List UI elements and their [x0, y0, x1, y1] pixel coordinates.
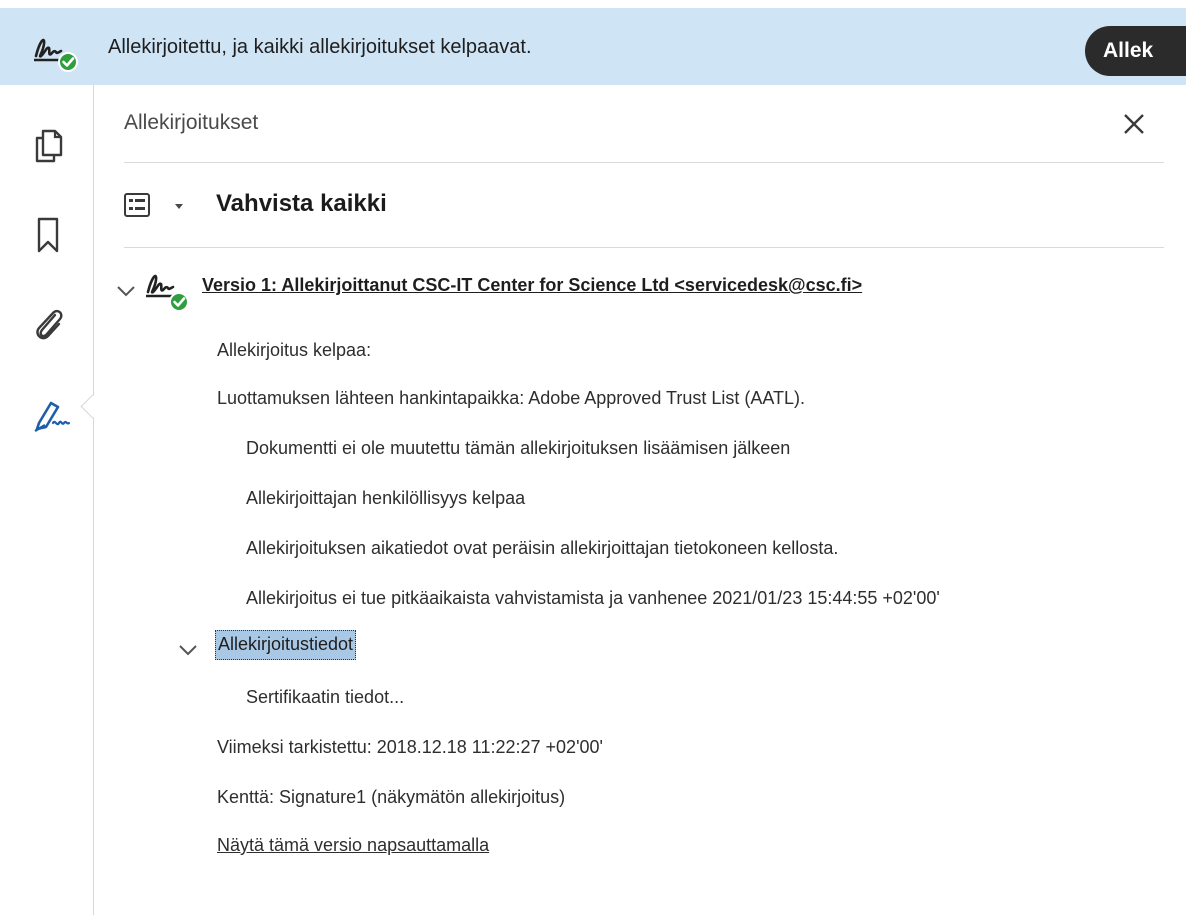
bookmark-icon[interactable] [31, 215, 67, 255]
signature-status-banner: Allekirjoitettu, ja kaikki allekirjoituk… [0, 8, 1186, 85]
banner-message: Allekirjoitettu, ja kaikki allekirjoituk… [108, 36, 532, 58]
detail-line: Allekirjoituksen aikatiedot ovat peräisi… [246, 538, 839, 558]
close-icon[interactable] [1121, 111, 1147, 137]
status-line: Allekirjoitus kelpaa: [217, 340, 372, 360]
detail-line: Allekirjoitus ei tue pitkäaikaista vahvi… [246, 588, 940, 608]
show-version-link[interactable]: Näytä tämä versio napsauttamalla [217, 835, 489, 856]
last-checked-line: Viimeksi tarkistettu: 2018.12.18 11:22:2… [217, 737, 603, 757]
certificate-details-item[interactable]: Sertifikaatin tiedot... [246, 687, 404, 708]
detail-line: Dokumentti ei ole muutettu tämän allekir… [246, 438, 791, 458]
active-pointer [80, 394, 105, 419]
signature-details-node[interactable]: Allekirjoitustiedot [215, 630, 357, 660]
copy-pages-icon[interactable] [31, 125, 67, 165]
chevron-down-icon[interactable] [116, 284, 136, 298]
attachment-icon[interactable] [31, 305, 67, 345]
divider [124, 162, 1164, 163]
signature-panel-button[interactable]: Allek [1085, 26, 1186, 76]
version-1-link[interactable]: Versio 1: Allekirjoittanut CSC-IT Center… [202, 275, 862, 296]
verify-all-button[interactable]: Vahvista kaikki [216, 190, 387, 218]
signature-valid-icon [144, 266, 194, 319]
detail-line: Allekirjoittajan henkilöllisyys kelpaa [246, 488, 526, 508]
signature-valid-icon [32, 30, 84, 77]
chevron-down-icon[interactable] [178, 643, 198, 657]
field-line: Kenttä: Signature1 (näkymätön allekirjoi… [217, 787, 566, 807]
list-options-button[interactable] [122, 190, 192, 222]
status-line: Luottamuksen lähteen hankintapaikka: Ado… [217, 388, 806, 408]
panel-title: Allekirjoitukset [124, 111, 259, 134]
divider [124, 247, 1164, 248]
signature-pen-icon[interactable] [31, 393, 71, 433]
left-navigation-rail [0, 85, 105, 915]
